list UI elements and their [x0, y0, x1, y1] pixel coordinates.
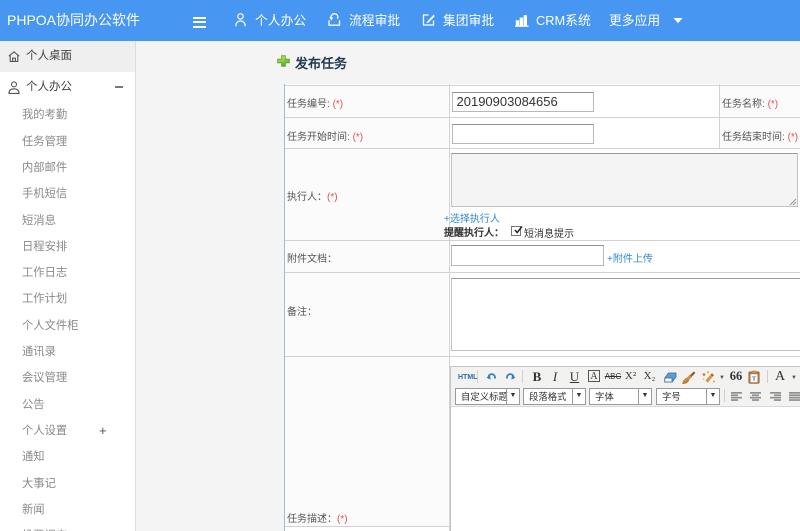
svg-text:T: T — [752, 376, 757, 383]
